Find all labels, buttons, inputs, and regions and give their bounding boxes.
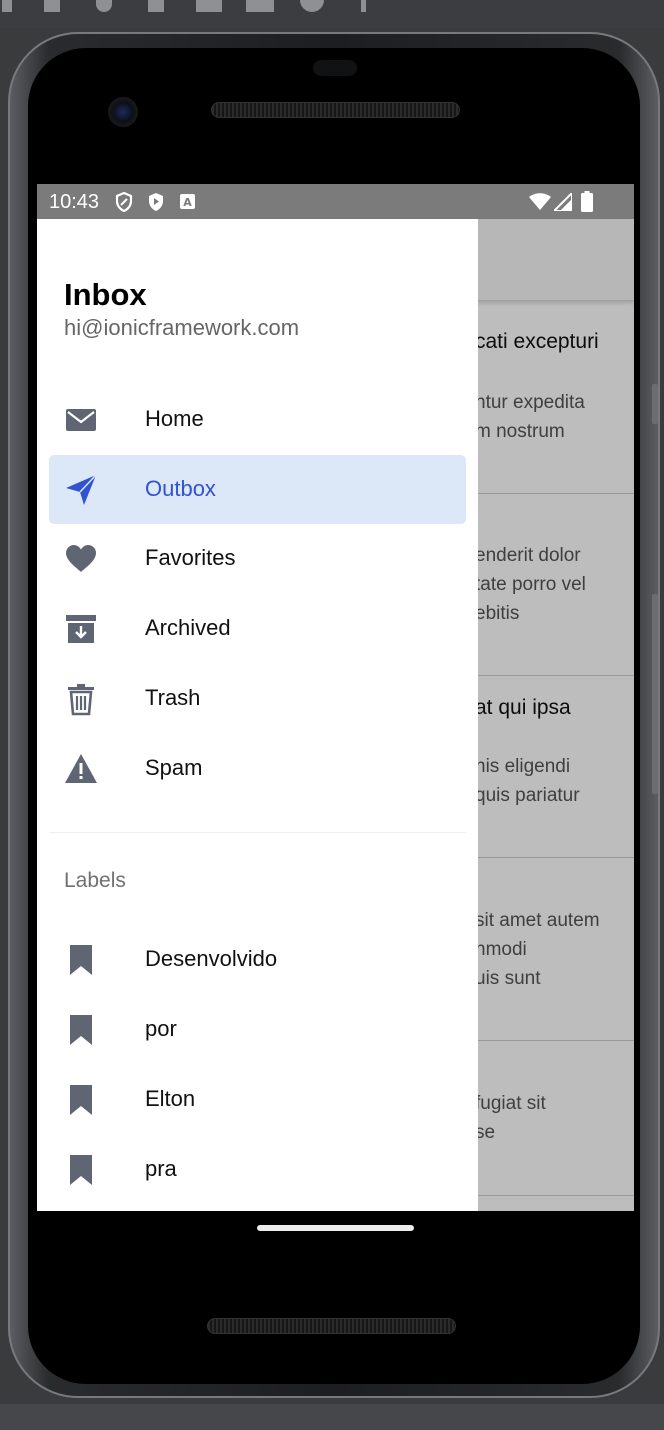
trash-icon xyxy=(68,684,94,716)
home-circle-icon[interactable] xyxy=(96,0,112,12)
paper-plane-icon xyxy=(66,474,97,505)
label-item-pra[interactable]: pra xyxy=(49,1135,466,1204)
label-item-por[interactable]: por xyxy=(49,995,466,1064)
side-menu: Inbox hi@ionicframework.com Home Outbox … xyxy=(37,219,478,1211)
menu-title: Inbox xyxy=(64,277,147,312)
menu-item-label: Outbox xyxy=(145,476,216,501)
menu-item-label: Home xyxy=(145,406,204,431)
label-item-desenvolvido[interactable]: Desenvolvido xyxy=(49,925,466,994)
volume-button xyxy=(652,384,658,424)
mail-icon xyxy=(66,409,96,431)
overview-icon[interactable] xyxy=(148,0,164,12)
back-icon[interactable] xyxy=(44,0,60,12)
video-icon[interactable] xyxy=(246,0,274,12)
signal-icon xyxy=(554,193,572,211)
menu-email: hi@ionicframework.com xyxy=(64,315,300,340)
menu-item-archived[interactable]: Archived xyxy=(49,594,466,663)
phone-screen: 10:43 A cati excepturi ntur expedita m n… xyxy=(37,184,634,1211)
label-item-text: pra xyxy=(145,1156,177,1181)
menu-item-spam[interactable]: Spam xyxy=(49,734,466,803)
menu-item-home[interactable]: Home xyxy=(49,385,466,454)
emulator-bottom-bar xyxy=(0,1404,664,1430)
home-indicator[interactable] xyxy=(257,1225,414,1231)
bookmark-icon xyxy=(70,1085,92,1115)
play-protect-icon xyxy=(149,193,163,211)
menu-item-label: Archived xyxy=(145,615,231,640)
labels-heading: Labels xyxy=(64,869,126,892)
label-item-text: Desenvolvido xyxy=(145,946,278,971)
more-icon[interactable] xyxy=(361,0,366,12)
menu-divider xyxy=(49,832,466,833)
emulator-toolbar xyxy=(0,0,664,28)
menu-item-favorites[interactable]: Favorites xyxy=(49,524,466,593)
emulator-toolbar-icon[interactable] xyxy=(2,0,12,12)
bookmark-icon xyxy=(70,1015,92,1045)
camera-icon[interactable] xyxy=(196,0,222,12)
wifi-icon xyxy=(529,193,551,210)
menu-item-label: Spam xyxy=(145,755,203,780)
power-icon[interactable] xyxy=(300,0,324,12)
warning-icon xyxy=(65,754,97,783)
side-button xyxy=(652,594,658,794)
front-camera xyxy=(108,97,138,127)
shield-outline-icon xyxy=(115,192,133,212)
status-time: 10:43 xyxy=(49,191,100,213)
menu-item-label: Trash xyxy=(145,685,201,710)
label-item-text: Elton xyxy=(145,1086,196,1111)
bookmark-icon xyxy=(70,1155,92,1185)
svg-text:A: A xyxy=(183,196,192,209)
battery-icon xyxy=(581,191,593,212)
label-item-text: por xyxy=(145,1016,177,1041)
label-item-elton[interactable]: Elton xyxy=(49,1065,466,1134)
menu-item-outbox[interactable]: Outbox xyxy=(49,455,466,524)
bookmark-icon xyxy=(70,945,92,975)
heart-icon xyxy=(66,545,96,572)
proximity-sensor xyxy=(313,60,357,76)
archive-icon xyxy=(66,615,96,643)
menu-item-label: Favorites xyxy=(145,545,236,570)
earpiece-speaker xyxy=(211,102,460,118)
menu-item-trash[interactable]: Trash xyxy=(49,664,466,733)
status-bar: 10:43 A xyxy=(37,184,634,219)
bottom-speaker xyxy=(207,1318,456,1334)
keyboard-a-icon: A xyxy=(180,194,195,209)
